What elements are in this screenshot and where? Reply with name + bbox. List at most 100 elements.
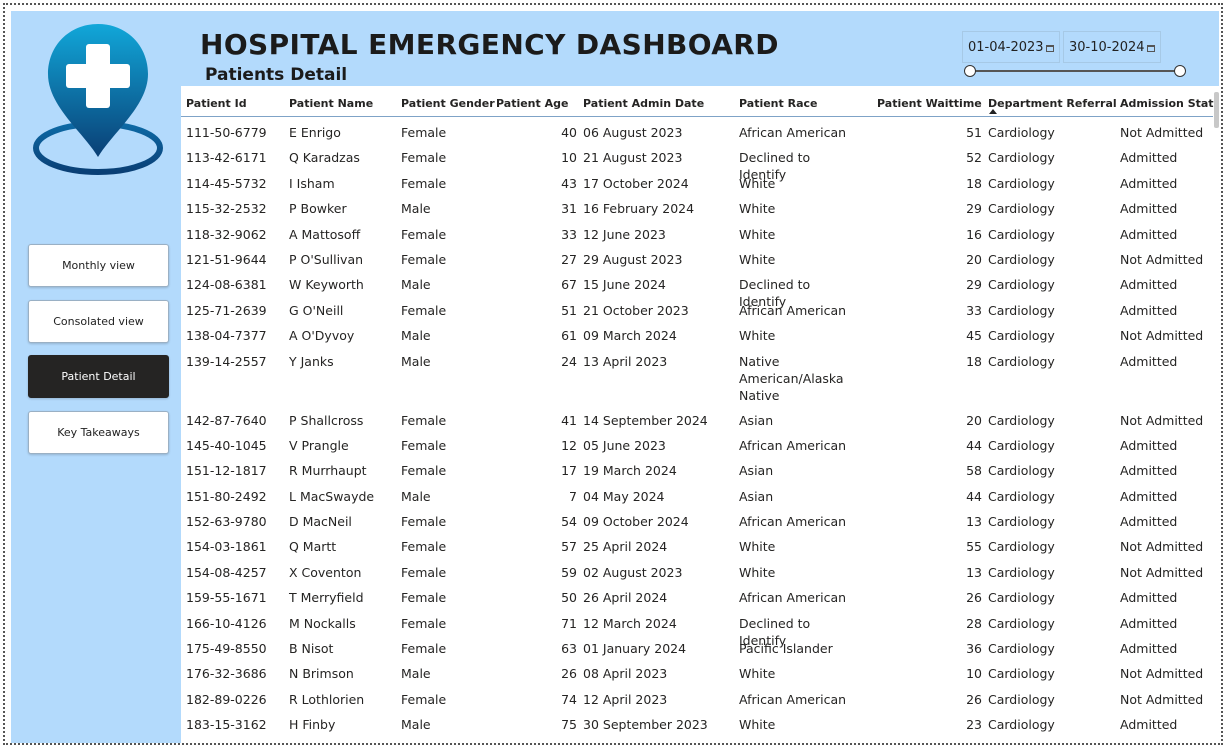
table-cell: Cardiology	[988, 641, 1055, 657]
column-header[interactable]: Admission Status	[1120, 97, 1219, 110]
table-row[interactable]: 185-10-7325I SiberyFemale5911 July 2024N…	[181, 735, 1213, 744]
dashboard-title: HOSPITAL EMERGENCY DASHBOARD	[200, 28, 779, 61]
start-date-value: 01-04-2023	[968, 39, 1044, 55]
table-cell: 13	[966, 514, 982, 530]
column-header[interactable]: Patient Admin Date	[583, 97, 704, 110]
table-row[interactable]: 154-08-4257 X Coventon Female 59 02 August 2…	[181, 557, 1213, 582]
horizontal-scrollbar[interactable]	[321, 743, 1153, 745]
table-cell: Cardiology	[988, 717, 1055, 733]
table-cell: Cardiology	[988, 539, 1055, 555]
column-header[interactable]: Department Referral	[988, 97, 1117, 110]
start-date-input[interactable]: 01-04-2023	[962, 31, 1060, 63]
table-cell: 55	[966, 539, 982, 555]
table-row[interactable]: 176-32-3686 N Brimson Male 26 08 April 2023 W…	[181, 658, 1213, 683]
table-cell: Admitted	[1120, 150, 1178, 166]
column-header[interactable]: Patient Id	[186, 97, 247, 110]
table-cell: 18	[966, 175, 982, 191]
report-frame: Monthly view Consolated view Patient Det…	[3, 3, 1223, 745]
table-cell: Cardiology	[988, 463, 1055, 479]
date-range-start-handle[interactable]	[964, 65, 976, 77]
column-header[interactable]: Patient Name	[289, 97, 373, 110]
table-cell: Admitted	[1120, 615, 1178, 631]
table-cell: Not Admitted	[1120, 412, 1204, 428]
table-cell: Admitted	[1120, 463, 1178, 479]
table-cell: Cardiology	[988, 437, 1055, 453]
table-row[interactable]: 145-40-1045 V Prangle Female 12 05 June 2023…	[181, 430, 1213, 455]
patient-detail-button[interactable]: Patient Detail	[28, 355, 169, 398]
table-cell: Cardiology	[988, 615, 1055, 631]
table-cell: Cardiology	[988, 514, 1055, 530]
table-row[interactable]: 182-89-0226 R Lothlorien Female 74 12 April …	[181, 684, 1213, 709]
table-cell: Admitted	[1120, 353, 1178, 369]
table-row[interactable]: 154-03-1861 Q Martt Female 57 25 April 2024 W…	[181, 531, 1213, 556]
table-row[interactable]: 142-87-7640 P Shallcross Female 41 14 Septem…	[181, 405, 1213, 430]
table-cell: 20	[966, 251, 982, 267]
table-cell: Cardiology	[988, 302, 1055, 318]
table-cell: Not Admitted	[1120, 666, 1204, 682]
vertical-scrollbar[interactable]	[1214, 92, 1219, 128]
table-cell: Admitted	[1120, 201, 1178, 217]
table-cell: Cardiology	[988, 590, 1055, 606]
monthly-view-button[interactable]: Monthly view	[28, 244, 169, 287]
table-cell: Cardiology	[988, 328, 1055, 344]
table-row[interactable]: 121-51-9644 P O'Sullivan Female 27 29 August…	[181, 244, 1213, 269]
table-cell: Cardiology	[988, 666, 1055, 682]
table-header-row: Patient Id Patient Name Patient Gender P…	[181, 86, 1219, 117]
table-cell: Cardiology	[988, 201, 1055, 217]
table-row[interactable]: 139-14-2557 Y Janks Male 24 13 April 2023 Nat…	[181, 346, 1213, 405]
column-header[interactable]: Patient Age	[496, 97, 568, 110]
table-row[interactable]: 138-04-7377 A O'Dyvoy Male 61 09 March 2024 W…	[181, 320, 1213, 345]
table-row[interactable]: 166-10-4126 M Nockalls Female 71 12 March 20…	[181, 608, 1213, 648]
key-takeaways-button[interactable]: Key Takeaways	[28, 411, 169, 454]
table-cell: 29	[966, 201, 982, 217]
hospital-location-logo-icon	[33, 24, 163, 175]
column-header[interactable]: Patient Gender	[401, 97, 495, 110]
table-row[interactable]: 159-55-1671 T Merryfield Female 50 26 April …	[181, 582, 1213, 607]
table-cell: Cardiology	[988, 412, 1055, 428]
table-cell: Cardiology	[988, 277, 1055, 293]
table-cell: Not Admitted	[1120, 691, 1204, 707]
table-cell: 13	[966, 564, 982, 580]
end-date-input[interactable]: 30-10-2024	[1063, 31, 1161, 63]
consolidated-view-button[interactable]: Consolated view	[28, 300, 169, 343]
table-row[interactable]: 151-80-2492 L MacSwayde Male 7 04 May 2024 As…	[181, 481, 1213, 506]
date-range-slider-track[interactable]	[970, 70, 1180, 72]
table-row[interactable]: 152-63-9780 D MacNeil Female 54 09 October 2…	[181, 506, 1213, 531]
table-cell: Not Admitted	[1120, 539, 1204, 555]
calendar-icon[interactable]	[1147, 45, 1155, 52]
table-cell: Cardiology	[988, 125, 1055, 140]
calendar-icon[interactable]	[1046, 45, 1054, 52]
table-cell: Cardiology	[988, 150, 1055, 166]
table-cell: 16	[966, 226, 982, 242]
table-cell: Not Admitted	[1120, 564, 1204, 580]
table-cell: 28	[966, 615, 982, 631]
table-cell: 20	[966, 412, 982, 428]
column-header[interactable]: Patient Race	[739, 97, 817, 110]
table-cell: Cardiology	[988, 251, 1055, 267]
dashboard-canvas: Monthly view Consolated view Patient Det…	[11, 11, 1219, 745]
table-row[interactable]: 114-45-5732 I Isham Female 43 17 October 202…	[181, 168, 1213, 193]
table-row[interactable]: 118-32-9062 A Mattosoff Female 33 12 June 20…	[181, 219, 1213, 244]
table-row[interactable]: 175-49-8550 B Nisot Female 63 01 January 202…	[181, 633, 1213, 658]
table-cell: 45	[966, 328, 982, 344]
table-cell: Cardiology	[988, 353, 1055, 369]
table-row[interactable]: 124-08-6381 W Keyworth Male 67 15 June 2024 D…	[181, 269, 1213, 309]
table-row[interactable]: 113-42-6171 Q Karadzas Female 10 21 August 2…	[181, 142, 1213, 182]
table-cell: Cardiology	[988, 175, 1055, 191]
table-body: 111-50-6779 E Enrigo Female 40 06 August 202…	[181, 117, 1213, 744]
table-cell: Admitted	[1120, 717, 1178, 733]
table-row[interactable]: 115-32-2532 P Bowker Male 31 16 February 202…	[181, 193, 1213, 218]
patient-detail-table[interactable]: Patient Id Patient Name Patient Gender P…	[181, 86, 1219, 745]
column-header[interactable]: Patient Waittime	[877, 97, 982, 110]
table-cell: 10	[966, 666, 982, 682]
table-cell: 36	[966, 641, 982, 657]
table-cell: Admitted	[1120, 590, 1178, 606]
table-cell: 44	[966, 488, 982, 504]
table-row[interactable]: 125-71-2639 G O'Neill Female 51 21 October 2…	[181, 295, 1213, 320]
table-row[interactable]: 151-12-1817 R Murrhaupt Female 17 19 March 2…	[181, 455, 1213, 480]
date-range-end-handle[interactable]	[1174, 65, 1186, 77]
table-row[interactable]: 183-15-3162 H Finby Male 75 30 September 202…	[181, 709, 1213, 734]
table-cell: 18	[966, 353, 982, 369]
sort-ascending-icon[interactable]	[989, 109, 997, 114]
table-row[interactable]: 111-50-6779 E Enrigo Female 40 06 August 202…	[181, 117, 1213, 142]
